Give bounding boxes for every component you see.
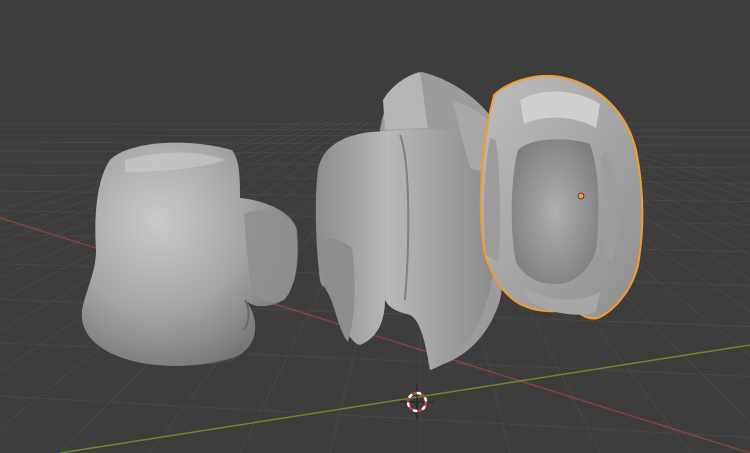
viewport-canvas[interactable] [0, 0, 750, 453]
helmet-back-part-inner-cavity [511, 139, 599, 285]
helmet-face-part-mask-shadow [244, 210, 298, 303]
helmet-back-part[interactable] [479, 74, 644, 320]
object-origin-dot[interactable] [577, 192, 585, 200]
3d-viewport[interactable] [0, 0, 750, 453]
